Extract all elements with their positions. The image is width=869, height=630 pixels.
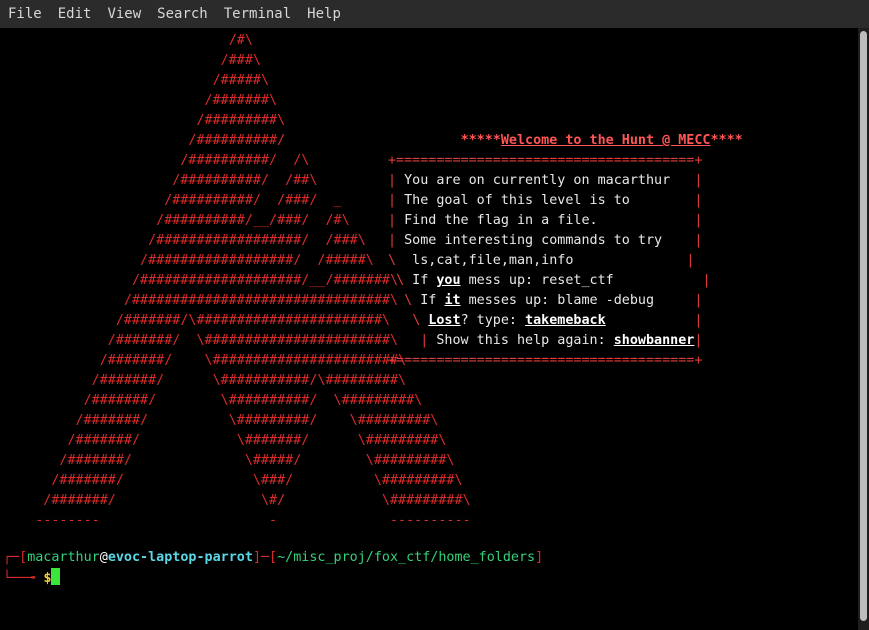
prompt-user: macarthur [27, 550, 100, 565]
banner-line-3: Find the flag in a file. [396, 213, 598, 228]
menu-help[interactable]: Help [299, 0, 349, 28]
ascii-art-line: /#######/ \#####/ \#########\ [59, 453, 455, 468]
ascii-art-line: /####################/__/#######\ [131, 273, 399, 288]
banner-takemeback: takemeback [525, 313, 606, 328]
ascii-art-line: /#######/\#######################\ [115, 313, 390, 328]
banner-you: you [436, 273, 461, 288]
banner-showbanner: showbanner [613, 333, 695, 348]
ascii-art-line: /##########/__/###/ /#\ [156, 213, 350, 228]
banner-lost: Lost [428, 313, 461, 328]
ascii-art-line: /##########/ /##\ [172, 173, 318, 188]
prompt-host: evoc-laptop-parrot [107, 550, 253, 565]
ascii-art-line: /##################/ /###\ [148, 233, 366, 248]
prompt-symbol: $ [43, 571, 52, 586]
ascii-art-line: /#########\ [196, 113, 286, 128]
shell-prompt: ┌─[macarthur@evoc-laptop-parrot]─[~/misc… [3, 550, 544, 586]
welcome-banner: *****Welcome to the Hunt @ MECC**** +===… [388, 133, 743, 368]
ascii-art-line: /#######/ \#######/ \#########\ [67, 433, 447, 448]
menu-terminal[interactable]: Terminal [216, 0, 299, 28]
banner-line-2: The goal of this level is to [396, 193, 630, 208]
banner-line-1: You are on currently on macarthur [396, 173, 671, 188]
ascii-art-line: -------- - ---------- [3, 513, 471, 528]
ascii-art-line: /#######/ \#########/ \#########\ [75, 413, 439, 428]
banner-border-top: +=====================================+ [388, 153, 703, 168]
scrollbar[interactable] [858, 28, 869, 630]
banner-line-4: Some interesting commands to try [396, 233, 663, 248]
ascii-art-line: /#######/ \###/ \#########\ [51, 473, 463, 488]
ascii-art-line: /##########/ /\ [180, 153, 310, 168]
banner-border-bottom: +=====================================+ [388, 353, 703, 368]
terminal-window: File Edit View Search Terminal Help /#\ … [0, 0, 869, 630]
ascii-art-line: /#######/ \#/ \#########\ [43, 493, 471, 508]
ascii-art-line: /################################\ [123, 293, 399, 308]
ascii-art-line: /#\ [228, 33, 253, 48]
banner-it: it [444, 293, 461, 308]
ascii-art-line: /#######/ \#######################\ [99, 353, 407, 368]
ascii-art-line: /##################/ /#####\ [140, 253, 374, 268]
menu-edit[interactable]: Edit [50, 0, 100, 28]
ascii-art-line: /###\ [220, 53, 261, 68]
menu-bar: File Edit View Search Terminal Help [0, 0, 869, 28]
menu-search[interactable]: Search [149, 0, 216, 28]
banner-line-6: mess up: reset_ctf [460, 273, 614, 288]
banner-line-7: messes up: blame -debug [460, 293, 655, 308]
ascii-art-line: /#####\ [212, 73, 270, 88]
ascii-art-line: /#######/ \#######################\ [107, 333, 399, 348]
ascii-art-line: /##########/ /###/ _ [164, 193, 342, 208]
menu-view[interactable]: View [99, 0, 149, 28]
ascii-art-line: /#######/ \###########/\#########\ [91, 373, 407, 388]
scrollbar-thumb[interactable] [860, 31, 867, 621]
prompt-path: ~/misc_proj/fox_ctf/home_folders [277, 550, 536, 565]
banner-line-5: ls,cat,file,man,info [396, 253, 574, 268]
banner-title: *****Welcome to the Hunt @ MECC**** [460, 133, 743, 148]
menu-file[interactable]: File [0, 0, 50, 28]
text-cursor[interactable] [51, 568, 61, 585]
ascii-art-line: /##########/ [188, 133, 286, 148]
ascii-art-line: /#######/ \##########/ \#########\ [83, 393, 423, 408]
ascii-art-line: /#######\ [204, 93, 278, 108]
terminal-output[interactable]: /#\ /###\ /#####\ /#######\ /#########\ … [0, 28, 858, 630]
